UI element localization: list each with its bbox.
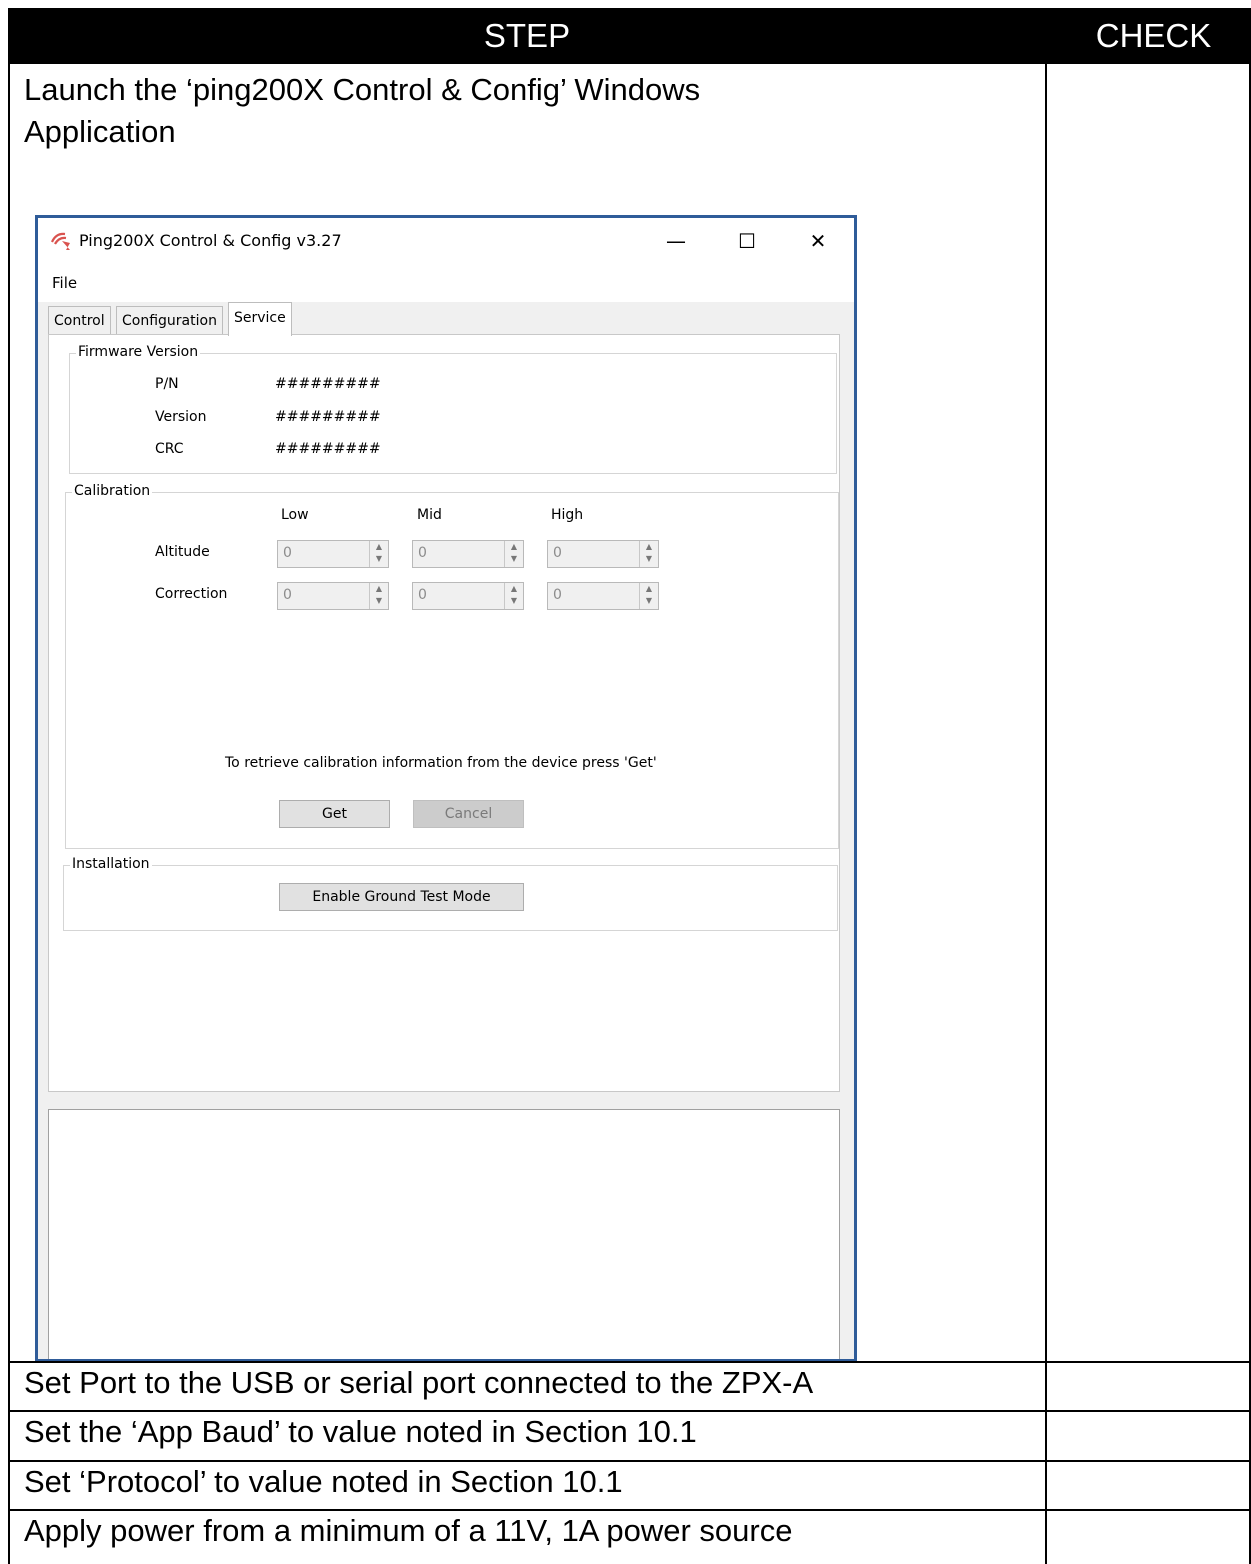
spin-arrows-icon[interactable]: ▲ ▼ xyxy=(369,583,388,609)
pn-label: P/N xyxy=(155,376,179,392)
calibration-group-label: Calibration xyxy=(72,483,153,499)
row-divider-3 xyxy=(8,1460,1251,1462)
altitude-high-value: 0 xyxy=(553,545,562,561)
header-step: STEP xyxy=(483,17,571,54)
altitude-label: Altitude xyxy=(155,544,210,560)
row-divider-2 xyxy=(8,1410,1251,1412)
installation-group-label: Installation xyxy=(70,856,152,872)
altitude-low-value: 0 xyxy=(283,545,292,561)
row3-text: Set the ‘App Baud’ to value noted in Sec… xyxy=(24,1414,697,1449)
window-title: Ping200X Control & Config v3.27 xyxy=(79,231,342,250)
spin-arrows-icon[interactable]: ▲ ▼ xyxy=(504,583,523,609)
cancel-button[interactable]: Cancel xyxy=(413,800,524,828)
header-check: CHECK xyxy=(1095,17,1212,54)
row4-text: Set ‘Protocol’ to value noted in Section… xyxy=(24,1464,623,1499)
row1-text-line2: Application xyxy=(24,114,176,149)
correction-mid-stepper[interactable]: 0 ▲ ▼ xyxy=(412,582,524,610)
ping-app-icon xyxy=(50,232,70,250)
minimize-icon[interactable]: — xyxy=(656,225,696,257)
correction-low-stepper[interactable]: 0 ▲ ▼ xyxy=(277,582,389,610)
window-titlebar: Ping200X Control & Config v3.27 — ☐ ✕ xyxy=(38,218,854,264)
correction-low-value: 0 xyxy=(283,587,292,603)
crc-value: ######### xyxy=(275,441,381,457)
row2-text: Set Port to the USB or serial port conne… xyxy=(24,1365,814,1400)
row-divider-4 xyxy=(8,1509,1251,1511)
tab-service[interactable]: Service xyxy=(228,302,292,336)
altitude-low-stepper[interactable]: 0 ▲ ▼ xyxy=(277,540,389,568)
row1-text-line1: Launch the ‘ping200X Control & Config’ W… xyxy=(24,72,701,107)
table-border-left xyxy=(8,64,10,1564)
table-header: STEP CHECK xyxy=(8,8,1251,64)
log-output-box xyxy=(48,1109,840,1359)
calib-col-low: Low xyxy=(281,507,309,523)
maximize-icon[interactable]: ☐ xyxy=(727,225,767,257)
correction-high-stepper[interactable]: 0 ▲ ▼ xyxy=(547,582,659,610)
calibration-info-text: To retrieve calibration information from… xyxy=(225,755,657,771)
spin-arrows-icon[interactable]: ▲ ▼ xyxy=(504,541,523,567)
spin-arrows-icon[interactable]: ▲ ▼ xyxy=(639,583,658,609)
calib-col-mid: Mid xyxy=(417,507,442,523)
column-divider xyxy=(1045,64,1047,1564)
pn-value: ######### xyxy=(275,376,381,392)
altitude-mid-value: 0 xyxy=(418,545,427,561)
firmware-group-label: Firmware Version xyxy=(76,344,201,360)
enable-ground-test-mode-button[interactable]: Enable Ground Test Mode xyxy=(279,883,524,911)
correction-high-value: 0 xyxy=(553,587,562,603)
menu-file[interactable]: File xyxy=(52,274,77,292)
version-value: ######### xyxy=(275,409,381,425)
spin-arrows-icon[interactable]: ▲ ▼ xyxy=(369,541,388,567)
correction-mid-value: 0 xyxy=(418,587,427,603)
altitude-high-stepper[interactable]: 0 ▲ ▼ xyxy=(547,540,659,568)
app-window-screenshot: Ping200X Control & Config v3.27 — ☐ ✕ Fi… xyxy=(35,215,857,1362)
row-divider-1 xyxy=(8,1361,1251,1363)
row5-text: Apply power from a minimum of a 11V, 1A … xyxy=(24,1513,793,1548)
altitude-mid-stepper[interactable]: 0 ▲ ▼ xyxy=(412,540,524,568)
spin-arrows-icon[interactable]: ▲ ▼ xyxy=(639,541,658,567)
tab-control[interactable]: Control xyxy=(48,306,111,335)
tab-configuration[interactable]: Configuration xyxy=(116,306,223,335)
calib-col-high: High xyxy=(551,507,584,523)
menu-bar: File xyxy=(38,264,854,302)
version-label: Version xyxy=(155,409,207,425)
close-icon[interactable]: ✕ xyxy=(798,225,838,257)
correction-label: Correction xyxy=(155,586,228,602)
service-panel: Firmware Version P/N ######### Version #… xyxy=(48,334,840,1092)
get-button[interactable]: Get xyxy=(279,800,390,828)
crc-label: CRC xyxy=(155,441,184,457)
